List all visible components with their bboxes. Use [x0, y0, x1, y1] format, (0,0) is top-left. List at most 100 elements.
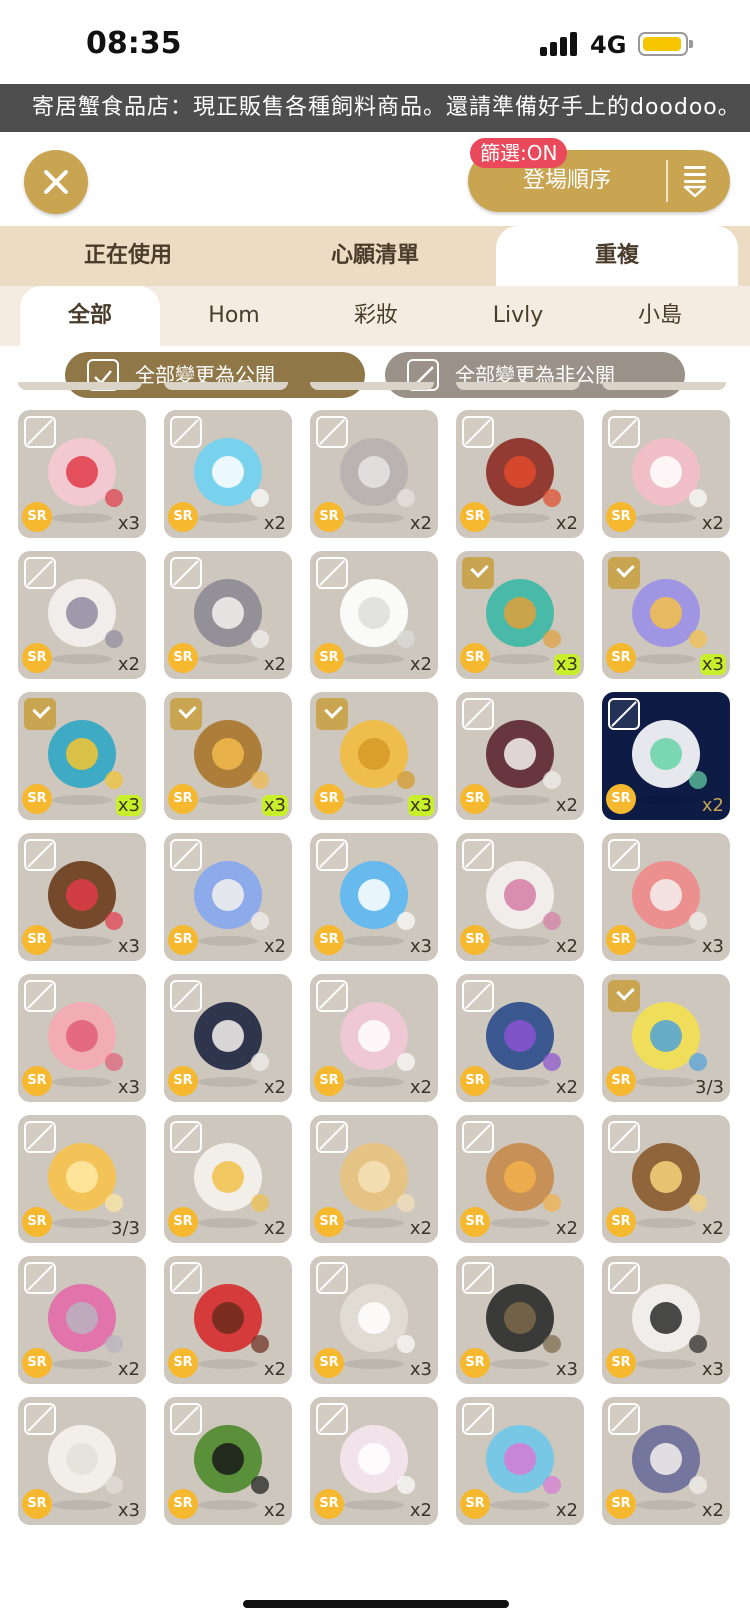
close-button[interactable]	[24, 150, 88, 214]
public-toggle-icon[interactable]	[316, 1262, 348, 1294]
item-tile[interactable]: SR x3	[18, 974, 146, 1102]
item-tile[interactable]: SR x2	[310, 974, 438, 1102]
item-tile[interactable]: SR x2	[456, 833, 584, 961]
item-tile[interactable]: SR x2	[164, 410, 292, 538]
item-tile[interactable]: SR x2	[602, 1115, 730, 1243]
prev-row-edge	[18, 382, 142, 390]
item-tile[interactable]: SR x2	[456, 1115, 584, 1243]
set-all-public-button[interactable]: 全部變更為公開	[65, 352, 365, 398]
public-toggle-icon[interactable]	[462, 1262, 494, 1294]
public-toggle-icon[interactable]	[24, 839, 56, 871]
public-toggle-icon[interactable]	[608, 1121, 640, 1153]
checked-box-icon[interactable]	[608, 980, 640, 1012]
item-tile[interactable]: SR x2	[310, 1397, 438, 1525]
item-tile[interactable]: SR x3	[18, 1397, 146, 1525]
public-toggle-icon[interactable]	[608, 698, 640, 730]
set-all-private-label: 全部變更為非公開	[455, 363, 615, 387]
item-tile[interactable]: SR x2	[602, 692, 730, 820]
public-toggle-icon[interactable]	[462, 698, 494, 730]
tab-wishlist[interactable]: 心願清單	[262, 226, 488, 286]
public-toggle-icon[interactable]	[24, 980, 56, 1012]
item-tile[interactable]: SR x2	[164, 974, 292, 1102]
item-tile[interactable]: SR x3	[602, 1256, 730, 1384]
public-toggle-icon[interactable]	[462, 1403, 494, 1435]
item-tile[interactable]: SR x2	[310, 551, 438, 679]
item-list[interactable]: 全部變更為公開 全部變更為非公開 SR x3 SR x2 SR x2 SR x2 SR x2 SR x…	[0, 346, 750, 1622]
item-tile[interactable]: SR x2	[164, 1397, 292, 1525]
item-tile[interactable]: SR x3	[602, 833, 730, 961]
item-tile[interactable]: SR x2	[456, 974, 584, 1102]
checked-box-icon[interactable]	[316, 698, 348, 730]
item-tile[interactable]: SR x3	[310, 692, 438, 820]
checked-box-icon[interactable]	[608, 557, 640, 589]
public-toggle-icon[interactable]	[608, 839, 640, 871]
subtab-livly[interactable]: Livly	[448, 286, 588, 346]
public-toggle-icon[interactable]	[608, 1403, 640, 1435]
home-indicator[interactable]	[243, 1600, 509, 1608]
public-toggle-icon[interactable]	[170, 980, 202, 1012]
item-tile[interactable]: SR x3	[310, 833, 438, 961]
public-toggle-icon[interactable]	[170, 1121, 202, 1153]
public-toggle-icon[interactable]	[24, 1121, 56, 1153]
checked-box-icon[interactable]	[462, 557, 494, 589]
item-tile[interactable]: SR x2	[164, 1115, 292, 1243]
public-toggle-icon[interactable]	[462, 980, 494, 1012]
item-tile[interactable]: SR 3/3	[602, 974, 730, 1102]
checked-box-icon[interactable]	[24, 698, 56, 730]
item-tile[interactable]: SR x2	[164, 833, 292, 961]
public-toggle-icon[interactable]	[170, 839, 202, 871]
public-toggle-icon[interactable]	[316, 416, 348, 448]
item-tile[interactable]: SR x3	[164, 692, 292, 820]
public-toggle-icon[interactable]	[316, 839, 348, 871]
filter-badge[interactable]: 篩選:ON	[470, 138, 568, 168]
item-tile[interactable]: SR 3/3	[18, 1115, 146, 1243]
item-tile[interactable]: SR x3	[310, 1256, 438, 1384]
item-tile[interactable]: SR x2	[164, 1256, 292, 1384]
public-toggle-icon[interactable]	[316, 557, 348, 589]
subtab-makeup[interactable]: 彩妝	[306, 286, 446, 346]
item-tile[interactable]: SR x3	[18, 410, 146, 538]
public-toggle-icon[interactable]	[24, 416, 56, 448]
item-tile[interactable]: SR x2	[602, 410, 730, 538]
tab-in-use[interactable]: 正在使用	[18, 226, 238, 286]
public-toggle-icon[interactable]	[24, 1262, 56, 1294]
public-toggle-icon[interactable]	[170, 416, 202, 448]
item-tile[interactable]: SR x2	[602, 1397, 730, 1525]
item-tile[interactable]: SR x2	[310, 1115, 438, 1243]
public-toggle-icon[interactable]	[24, 1403, 56, 1435]
checked-box-icon[interactable]	[170, 698, 202, 730]
public-toggle-icon[interactable]	[608, 1262, 640, 1294]
item-tile[interactable]: SR x2	[310, 410, 438, 538]
public-toggle-icon[interactable]	[462, 839, 494, 871]
set-all-private-button[interactable]: 全部變更為非公開	[385, 352, 685, 398]
public-toggle-icon[interactable]	[316, 1121, 348, 1153]
public-toggle-icon[interactable]	[316, 1403, 348, 1435]
sort-order-icon[interactable]	[682, 164, 708, 198]
public-toggle-icon[interactable]	[170, 1262, 202, 1294]
public-toggle-icon[interactable]	[608, 416, 640, 448]
item-tile[interactable]: SR x3	[456, 551, 584, 679]
item-tile[interactable]: SR x2	[456, 692, 584, 820]
subtab-hom[interactable]: Hom	[164, 286, 304, 346]
item-tile[interactable]: SR x3	[456, 1256, 584, 1384]
subtab-island[interactable]: 小島	[590, 286, 730, 346]
public-toggle-icon[interactable]	[170, 557, 202, 589]
public-toggle-icon[interactable]	[170, 1403, 202, 1435]
rarity-badge: SR	[460, 1066, 490, 1096]
item-tile[interactable]: SR x2	[18, 1256, 146, 1384]
public-toggle-icon[interactable]	[462, 1121, 494, 1153]
item-tile[interactable]: SR x2	[456, 410, 584, 538]
item-tile[interactable]: SR x3	[18, 692, 146, 820]
public-toggle-icon[interactable]	[462, 416, 494, 448]
item-tile[interactable]: SR x2	[164, 551, 292, 679]
item-tile[interactable]: SR x2	[456, 1397, 584, 1525]
item-tile[interactable]: SR x3	[602, 551, 730, 679]
item-tile[interactable]: SR x3	[18, 833, 146, 961]
battery-icon	[638, 32, 693, 56]
subtab-all[interactable]: 全部	[20, 286, 160, 346]
item-tile[interactable]: SR x2	[18, 551, 146, 679]
public-toggle-icon[interactable]	[24, 557, 56, 589]
public-toggle-icon[interactable]	[316, 980, 348, 1012]
prev-row-edge	[602, 382, 726, 390]
tab-duplicates[interactable]: 重複	[496, 226, 738, 286]
